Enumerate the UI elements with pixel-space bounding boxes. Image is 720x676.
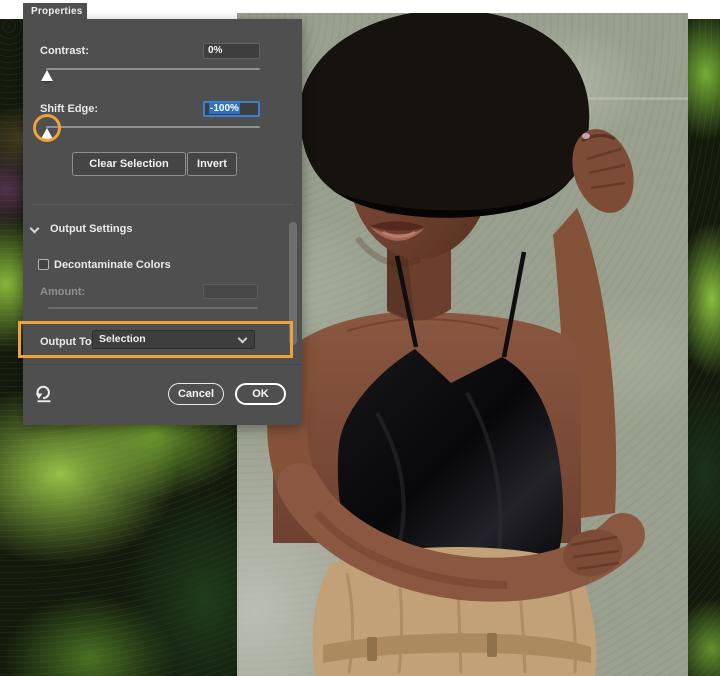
reset-button[interactable] (33, 382, 55, 404)
output-settings-header[interactable]: Output Settings (50, 223, 133, 235)
chevron-down-icon[interactable] (30, 224, 40, 234)
ok-button[interactable]: OK (235, 383, 286, 405)
footer-divider (23, 364, 302, 365)
amount-label: Amount: (40, 286, 85, 298)
document-canvas[interactable] (237, 13, 688, 676)
properties-panel: Contrast: 0% Shift Edge: -100% Clear Sel… (23, 19, 302, 425)
shift-edge-slider-handle[interactable] (41, 128, 53, 139)
shift-edge-slider-track[interactable] (46, 126, 260, 128)
contrast-slider-handle[interactable] (41, 70, 53, 81)
shift-edge-label: Shift Edge: (40, 103, 98, 115)
contrast-value-field[interactable]: 0% (203, 43, 260, 59)
panel-scrollbar[interactable] (289, 222, 297, 345)
figure-hat (299, 13, 589, 218)
cancel-button[interactable]: Cancel (168, 383, 224, 405)
output-to-dropdown[interactable]: Selection (92, 330, 255, 349)
screenshot-stage: Properties Contrast: 0% Shift Edge: -100… (0, 0, 720, 676)
woman-figure (237, 13, 688, 676)
clear-selection-button[interactable]: Clear Selection (72, 152, 186, 176)
section-divider (31, 204, 294, 205)
shift-edge-value-field[interactable]: -100% (203, 101, 260, 117)
output-to-label: Output To: (40, 336, 95, 348)
invert-button[interactable]: Invert (187, 152, 237, 176)
reset-arrow-icon (33, 382, 55, 404)
properties-panel-tab[interactable]: Properties (23, 3, 87, 20)
shift-edge-selected-text: -100% (209, 103, 240, 114)
contrast-label: Contrast: (40, 45, 89, 57)
amount-value-field (203, 284, 258, 299)
amount-slider-track (48, 307, 258, 309)
decontaminate-colors-label: Decontaminate Colors (54, 259, 171, 271)
decontaminate-colors-checkbox[interactable] (38, 259, 49, 270)
contrast-slider-track[interactable] (46, 68, 260, 70)
chevron-down-icon (238, 334, 248, 344)
output-to-selected-value: Selection (99, 333, 146, 345)
